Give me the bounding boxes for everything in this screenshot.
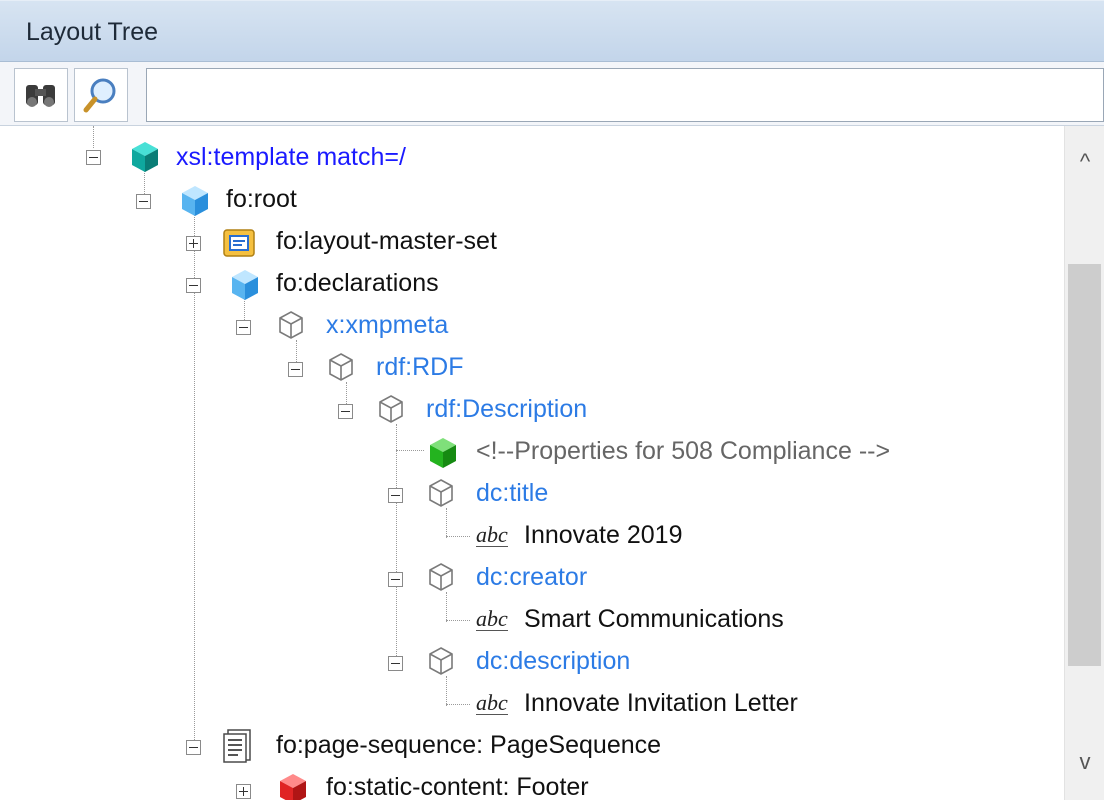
page-sequence-icon xyxy=(223,729,251,763)
collapse-toggle[interactable] xyxy=(86,150,101,165)
tree-connector xyxy=(446,620,470,621)
node-label: <!--Properties for 508 Compliance --> xyxy=(476,437,891,465)
panel-title: Layout Tree xyxy=(26,18,159,46)
collapse-toggle[interactable] xyxy=(136,194,151,209)
node-label: fo:static-content: Footer xyxy=(326,773,589,800)
search-button[interactable] xyxy=(74,68,128,122)
node-label: dc:description xyxy=(476,647,631,675)
outline-cube-icon xyxy=(429,563,453,591)
node-label: rdf:Description xyxy=(426,395,588,423)
tree-connector xyxy=(446,592,447,622)
search-input[interactable] xyxy=(146,68,1104,122)
blue-cube-icon xyxy=(232,270,258,300)
tree-connector xyxy=(396,424,397,656)
tree-connector xyxy=(446,704,470,705)
scroll-up-button[interactable]: ^ xyxy=(1065,142,1104,182)
collapse-toggle[interactable] xyxy=(388,656,403,671)
abc-text-icon: abc xyxy=(476,690,508,715)
binoculars-icon xyxy=(26,85,55,107)
node-label: fo:root xyxy=(226,185,297,213)
node-label: rdf:RDF xyxy=(376,353,464,381)
node-label: fo:page-sequence: PageSequence xyxy=(276,731,662,759)
outline-cube-icon xyxy=(279,311,303,339)
tree-connector xyxy=(446,676,447,706)
node-label: x:xmpmeta xyxy=(326,311,449,339)
collapse-toggle[interactable] xyxy=(338,404,353,419)
expand-toggle[interactable] xyxy=(236,784,251,799)
outline-cube-icon xyxy=(429,647,453,675)
tree-connector xyxy=(93,126,94,148)
collapse-toggle[interactable] xyxy=(236,320,251,335)
node-label: xsl:template match=/ xyxy=(176,143,406,171)
find-button[interactable] xyxy=(14,68,68,122)
node-label: dc:title xyxy=(476,479,549,507)
node-label: fo:layout-master-set xyxy=(276,227,497,255)
magnifier-icon xyxy=(83,78,116,113)
outline-cube-icon xyxy=(429,479,453,507)
teal-cube-icon xyxy=(132,142,158,172)
tree-connector xyxy=(396,450,424,451)
scroll-thumb[interactable] xyxy=(1068,264,1101,666)
collapse-toggle[interactable] xyxy=(186,740,201,755)
blue-cube-icon xyxy=(182,186,208,216)
outline-cube-icon xyxy=(329,353,353,381)
node-label: Smart Communications xyxy=(524,605,784,633)
expand-toggle[interactable] xyxy=(186,236,201,251)
layout-tree: xsl:template match=/ fo:root fo:layout-m… xyxy=(0,126,1104,800)
tree-connector xyxy=(194,212,195,752)
collapse-toggle[interactable] xyxy=(388,488,403,503)
collapse-toggle[interactable] xyxy=(288,362,303,377)
node-label: dc:creator xyxy=(476,563,588,591)
abc-text-icon: abc xyxy=(476,522,508,547)
green-cube-icon xyxy=(430,438,456,468)
collapse-toggle[interactable] xyxy=(186,278,201,293)
abc-text-icon: abc xyxy=(476,606,508,631)
tree-connector xyxy=(446,508,447,538)
outline-cube-icon xyxy=(379,395,403,423)
node-label: fo:declarations xyxy=(276,269,439,297)
vertical-scrollbar[interactable]: ^ v xyxy=(1064,126,1104,800)
tree-toolbar xyxy=(0,62,1104,126)
red-cube-icon xyxy=(280,774,306,800)
collapse-toggle[interactable] xyxy=(388,572,403,587)
node-label: Innovate 2019 xyxy=(524,521,683,549)
tree-connector xyxy=(446,536,470,537)
scroll-down-button[interactable]: v xyxy=(1065,742,1104,782)
node-label: Innovate Invitation Letter xyxy=(524,689,798,717)
panel-titlebar: Layout Tree xyxy=(0,0,1104,62)
layout-master-icon xyxy=(223,229,255,257)
